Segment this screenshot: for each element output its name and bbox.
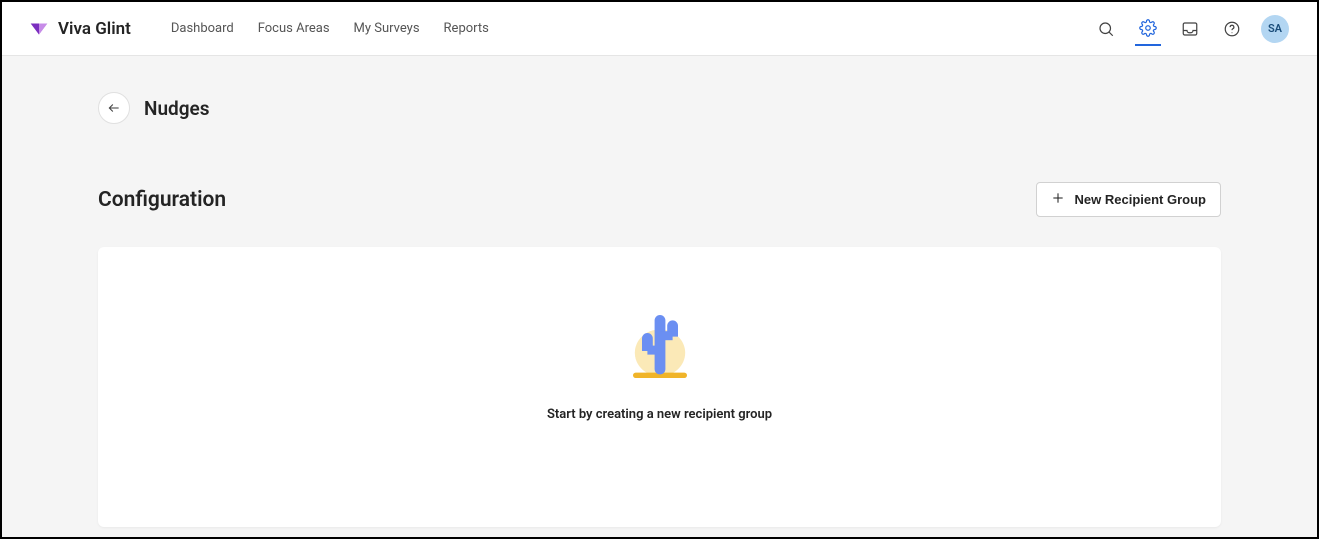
section-title: Configuration [98,188,226,212]
avatar[interactable]: SA [1261,15,1289,43]
empty-state-panel: Start by creating a new recipient group [98,247,1221,527]
new-recipient-group-label: New Recipient Group [1075,192,1206,207]
plus-icon [1051,191,1065,208]
nav-reports[interactable]: Reports [444,17,489,40]
main-nav: Dashboard Focus Areas My Surveys Reports [171,17,489,40]
brand-name: Viva Glint [58,19,131,39]
brand[interactable]: Viva Glint [28,18,131,40]
inbox-icon[interactable] [1177,12,1203,46]
viva-glint-logo-icon [28,18,50,40]
page-title: Nudges [144,97,210,120]
back-button[interactable] [98,92,130,124]
section-header: Configuration New Recipient Group [58,182,1261,217]
nav-my-surveys[interactable]: My Surveys [354,17,420,40]
settings-icon[interactable] [1135,12,1161,46]
nav-focus-areas[interactable]: Focus Areas [258,17,330,40]
content-area: Nudges Configuration New Recipient Group [2,56,1317,537]
page-header: Nudges [58,56,1261,124]
cactus-illustration-icon [615,297,705,387]
empty-state-message: Start by creating a new recipient group [547,407,772,422]
new-recipient-group-button[interactable]: New Recipient Group [1036,182,1221,217]
top-bar: Viva Glint Dashboard Focus Areas My Surv… [2,2,1317,56]
nav-dashboard[interactable]: Dashboard [171,17,234,40]
header-icons: SA [1093,12,1289,46]
help-icon[interactable] [1219,12,1245,46]
search-icon[interactable] [1093,12,1119,46]
